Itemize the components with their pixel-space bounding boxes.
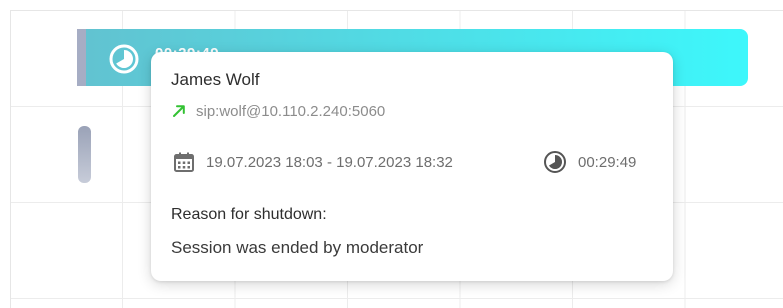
session-dates: 19.07.2023 18:03 - 19.07.2023 18:32 <box>173 150 453 174</box>
session-bar-edge <box>77 29 86 86</box>
shutdown-reason-label: Reason for shutdown: <box>171 206 327 223</box>
session-duration: 00:29:49 <box>543 150 636 174</box>
timer-icon <box>543 150 567 174</box>
shutdown-reason-text: Session was ended by moderator <box>171 238 424 257</box>
session-duration-value: 00:29:49 <box>578 153 637 171</box>
session-date-range: 19.07.2023 18:03 - 19.07.2023 18:32 <box>206 153 453 171</box>
timer-icon <box>108 43 140 75</box>
calendar-icon <box>173 151 195 173</box>
participant-name: James Wolf <box>171 70 260 89</box>
sip-address: sip:wolf@10.110.2.240:5060 <box>196 102 386 120</box>
participant-address: sip:wolf@10.110.2.240:5060 <box>171 101 385 121</box>
outgoing-arrow-icon <box>171 103 187 119</box>
session-details-popup: James Wolf sip:wolf@10.110.2.240:5060 19… <box>151 52 673 281</box>
resize-handle[interactable] <box>78 126 91 183</box>
